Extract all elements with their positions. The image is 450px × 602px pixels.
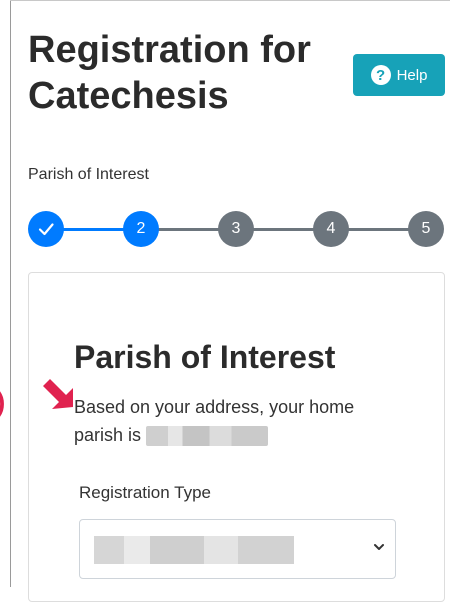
question-circle-icon: ? bbox=[370, 65, 391, 85]
annotation-arrow-icon bbox=[43, 379, 73, 409]
registration-type-select[interactable] bbox=[79, 519, 396, 579]
page-title: Registration for Catechesis bbox=[28, 29, 311, 117]
checkmark-icon bbox=[38, 223, 54, 236]
step-1-complete[interactable] bbox=[28, 211, 64, 247]
help-button[interactable]: ? Help bbox=[353, 54, 445, 96]
window-border-left bbox=[10, 0, 11, 587]
step-4[interactable]: 4 bbox=[313, 211, 349, 247]
home-parish-text: Based on your address, your home parish … bbox=[74, 393, 404, 449]
card-heading: Parish of Interest bbox=[74, 339, 336, 375]
parish-card: Parish of Interest Based on your address… bbox=[28, 272, 445, 602]
help-button-label: Help bbox=[396, 66, 428, 84]
registration-type-label: Registration Type bbox=[79, 483, 211, 502]
chevron-down-icon bbox=[374, 544, 384, 550]
step-5[interactable]: 5 bbox=[408, 211, 444, 247]
redacted-selected-value bbox=[94, 536, 294, 564]
step-3[interactable]: 3 bbox=[218, 211, 254, 247]
redacted-parish-name bbox=[146, 426, 269, 447]
current-step-label: Parish of Interest bbox=[28, 166, 149, 183]
step-2-active[interactable]: 2 bbox=[123, 211, 159, 247]
annotation-paren: ) bbox=[0, 388, 5, 416]
window-border-top bbox=[10, 0, 450, 1]
stepper-connector-upcoming bbox=[141, 228, 426, 231]
progress-stepper: 2 3 4 5 bbox=[28, 210, 448, 248]
